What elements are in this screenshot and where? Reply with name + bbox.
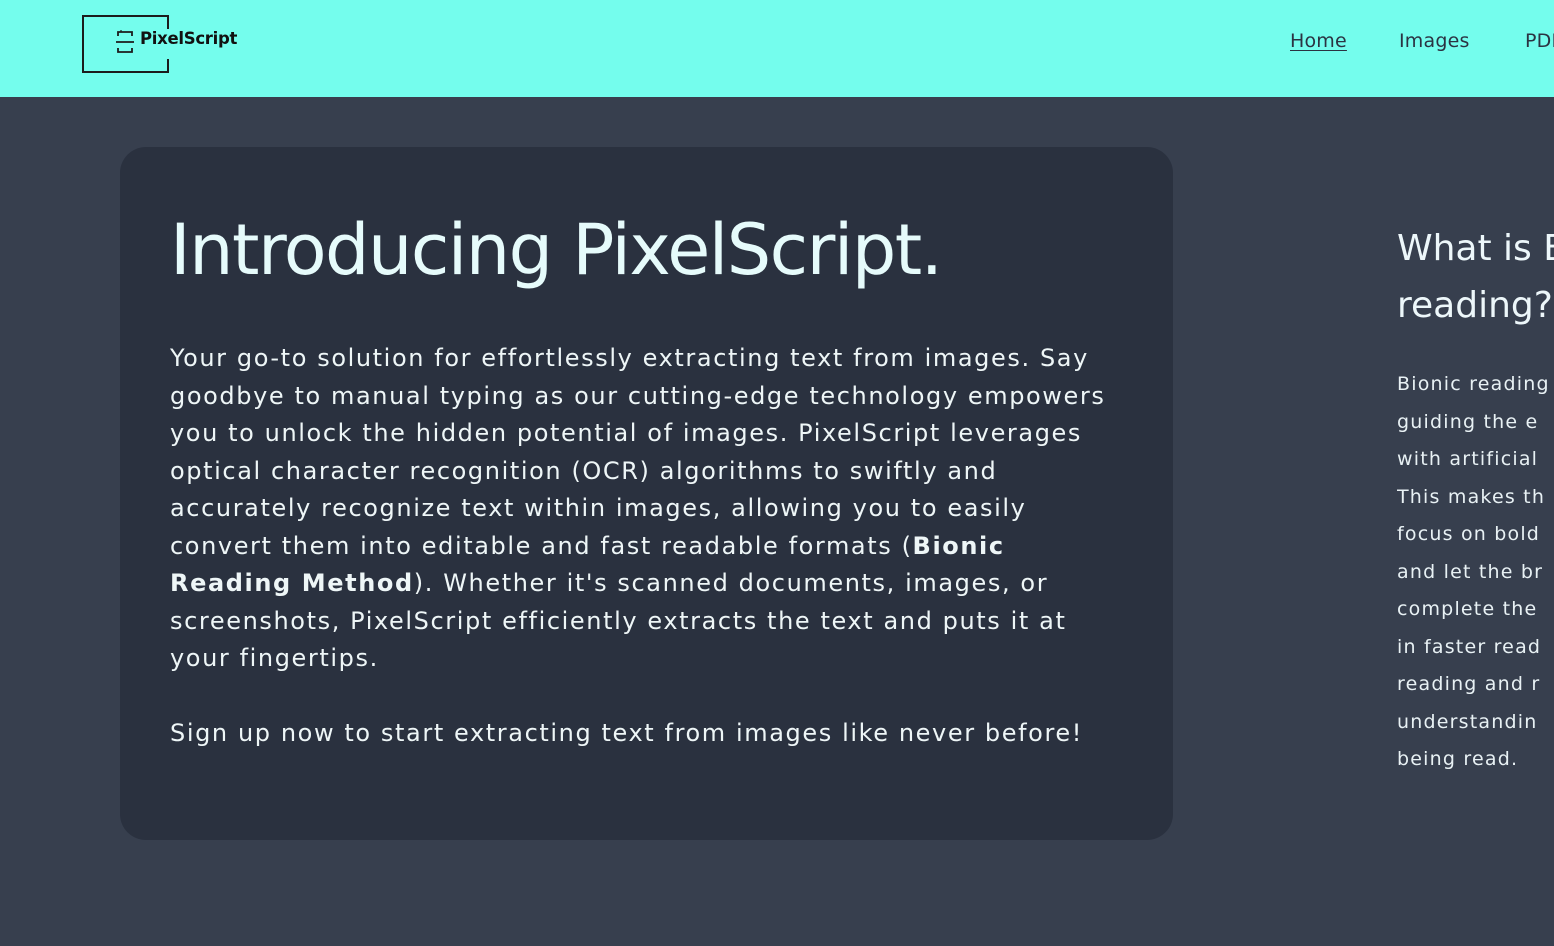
pixelscript-logo[interactable]: PixelScript	[82, 15, 237, 73]
description-line: focus on bold	[1397, 523, 1541, 545]
site-header: PixelScript Home Images PDF	[0, 0, 1554, 97]
description-line: reading and r	[1397, 673, 1541, 695]
intro-text-before: Your go-to solution for effortlessly ext…	[170, 344, 1106, 560]
nav-link-home[interactable]: Home	[1290, 30, 1347, 52]
scan-document-icon	[116, 30, 134, 53]
bionic-heading-line-1: What is B	[1397, 228, 1554, 269]
description-line: Bionic reading	[1397, 373, 1550, 395]
signup-text: Sign up now to start extracting text fro…	[170, 719, 1083, 747]
intro-paragraph: Your go-to solution for effortlessly ext…	[170, 340, 1130, 678]
description-line: in faster read	[1397, 635, 1542, 658]
description-line: guiding the e	[1397, 410, 1539, 433]
bionic-reading-description: Bionic reading guiding the e with artifi…	[1397, 366, 1554, 779]
description-line: complete the	[1397, 598, 1538, 620]
nav-link-images[interactable]: Images	[1399, 30, 1470, 52]
description-line: understandin	[1397, 710, 1538, 733]
bionic-reading-heading: What is B reading?	[1397, 220, 1554, 334]
description-line: being read.	[1397, 748, 1519, 770]
intro-title: Introducing PixelScript.	[170, 209, 943, 291]
bionic-heading-line-2: reading?	[1397, 285, 1553, 326]
description-line: with artificial	[1397, 448, 1539, 470]
intro-card: Introducing PixelScript. Your go-to solu…	[120, 147, 1173, 840]
bionic-reading-info: What is B reading? Bionic reading guidin…	[1397, 220, 1554, 780]
logo-text: PixelScript	[140, 29, 238, 48]
nav-link-pdf[interactable]: PDF	[1525, 30, 1554, 52]
description-line: This makes th	[1397, 485, 1546, 508]
intro-body: Your go-to solution for effortlessly ext…	[170, 340, 1130, 753]
description-line: and let the br	[1397, 560, 1544, 583]
